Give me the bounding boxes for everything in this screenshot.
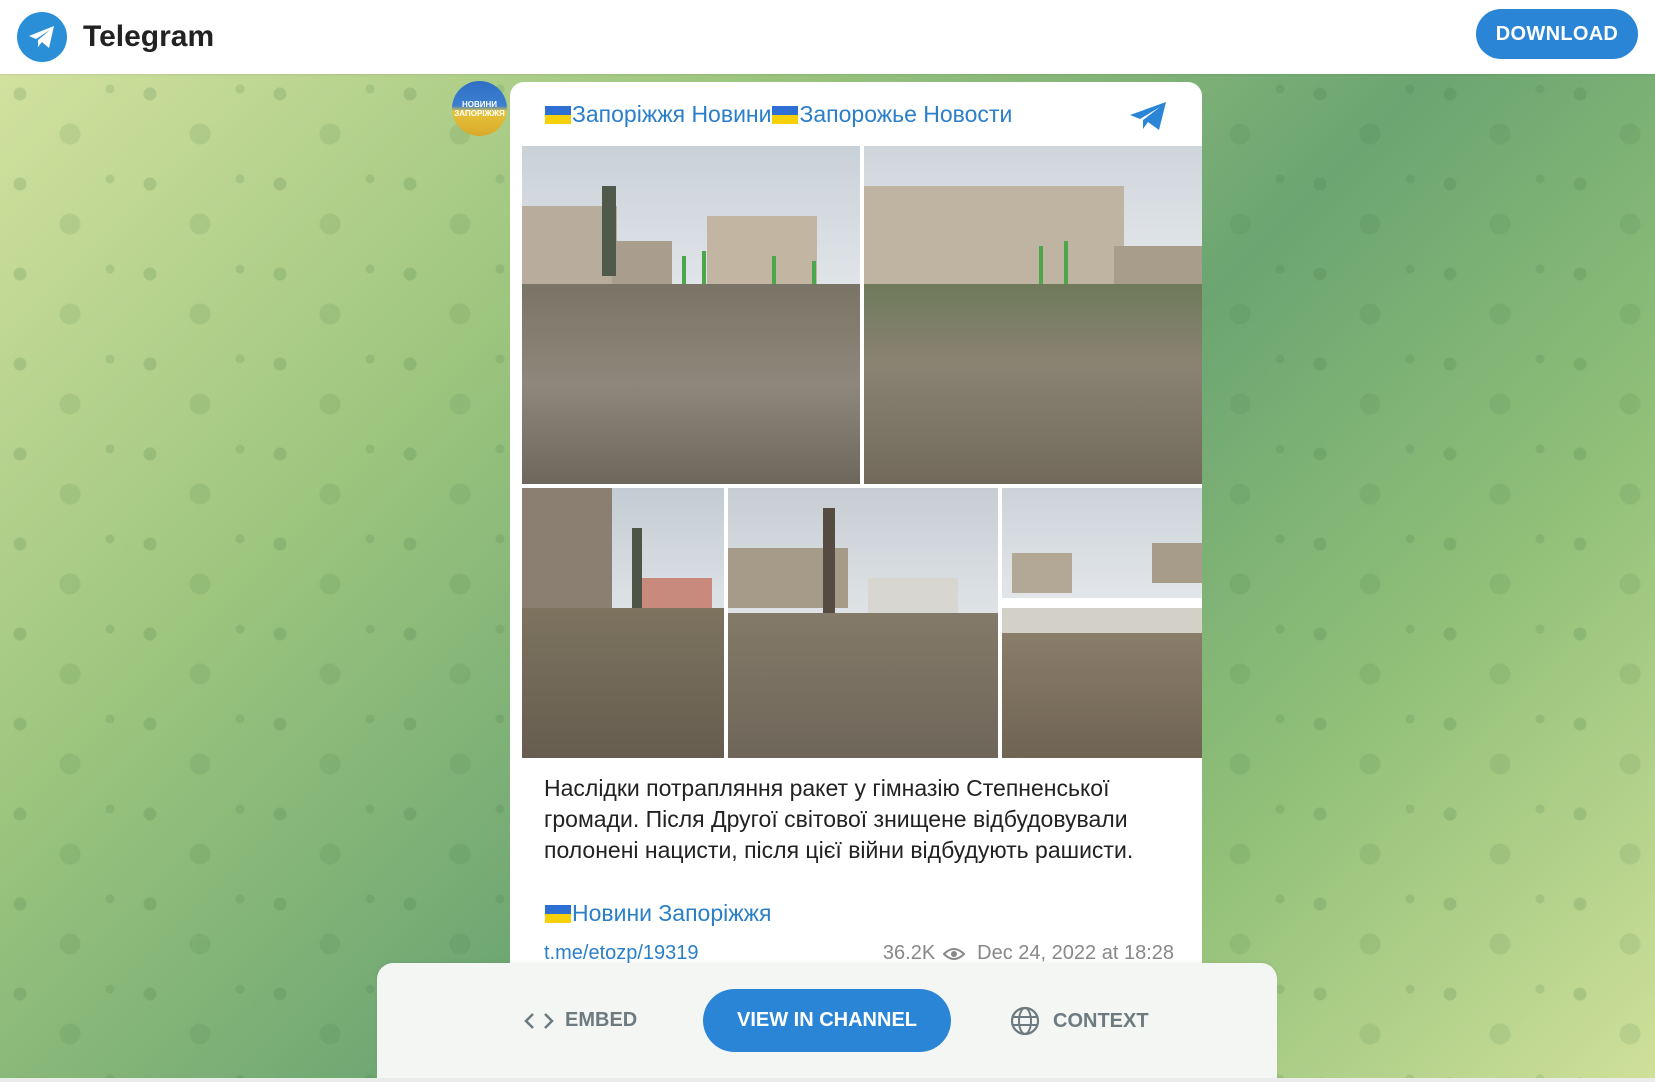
context-label: CONTEXT xyxy=(1053,1009,1149,1032)
avatar-text-2: ЗАПОРІЖЖЯ xyxy=(454,108,505,118)
context-button[interactable]: CONTEXT xyxy=(1009,1005,1149,1037)
signature-link[interactable]: Новини Запоріжжя xyxy=(544,900,771,927)
top-bar: Telegram DOWNLOAD xyxy=(0,0,1655,74)
download-button[interactable]: DOWNLOAD xyxy=(1476,9,1638,59)
ukraine-flag-icon xyxy=(545,105,571,124)
embed-button[interactable]: EMBED xyxy=(523,1009,637,1032)
photo-grid xyxy=(522,146,1202,758)
post-header: Запоріжжя Новини Запорожье Новости xyxy=(510,82,1202,146)
avatar-text-1: НОВИНИ xyxy=(461,99,498,109)
brand-name[interactable]: Telegram xyxy=(83,20,214,54)
globe-icon xyxy=(1010,1006,1040,1036)
post-datetime[interactable]: Dec 24, 2022 at 18:28 xyxy=(977,942,1174,965)
photo[interactable] xyxy=(864,146,1202,484)
photo[interactable] xyxy=(522,146,860,484)
code-icon xyxy=(524,1012,554,1029)
channel-name-part1: Запоріжжя Новини xyxy=(572,100,772,127)
channel-avatar[interactable]: НОВИНИ ЗАПОРІЖЖЯ xyxy=(452,81,507,136)
eye-icon xyxy=(943,947,966,960)
ukraine-flag-icon xyxy=(772,105,799,124)
post-meta: t.me/etozp/19319 36.2K Dec 24, 2022 at 1… xyxy=(544,942,1174,965)
post-stats: 36.2K Dec 24, 2022 at 18:28 xyxy=(883,942,1174,965)
post-card: Запоріжжя Новини Запорожье Новости Наслі… xyxy=(510,82,1202,1082)
ukraine-flag-icon xyxy=(545,905,571,923)
view-in-channel-button[interactable]: VIEW IN CHANNEL xyxy=(703,989,951,1052)
photo[interactable] xyxy=(728,488,998,758)
signature-text: Новини Запоріжжя xyxy=(572,900,772,926)
post-link[interactable]: t.me/etozp/19319 xyxy=(544,942,699,965)
photo[interactable] xyxy=(522,488,724,758)
telegram-logo-icon[interactable] xyxy=(17,12,67,62)
channel-name[interactable]: Запоріжжя Новини Запорожье Новости xyxy=(544,101,1012,128)
action-bar: EMBED VIEW IN CHANNEL CONTEXT xyxy=(377,963,1277,1082)
post-caption: Наслідки потрапляння ракет у гімназію Ст… xyxy=(544,775,1134,863)
view-count: 36.2K xyxy=(882,942,936,964)
embed-label: EMBED xyxy=(565,1009,638,1031)
telegram-plane-icon[interactable] xyxy=(1128,100,1168,132)
channel-name-part2: Запорожье Новости xyxy=(799,100,1013,127)
bottom-divider xyxy=(0,1078,1655,1082)
photo[interactable] xyxy=(1002,488,1202,758)
